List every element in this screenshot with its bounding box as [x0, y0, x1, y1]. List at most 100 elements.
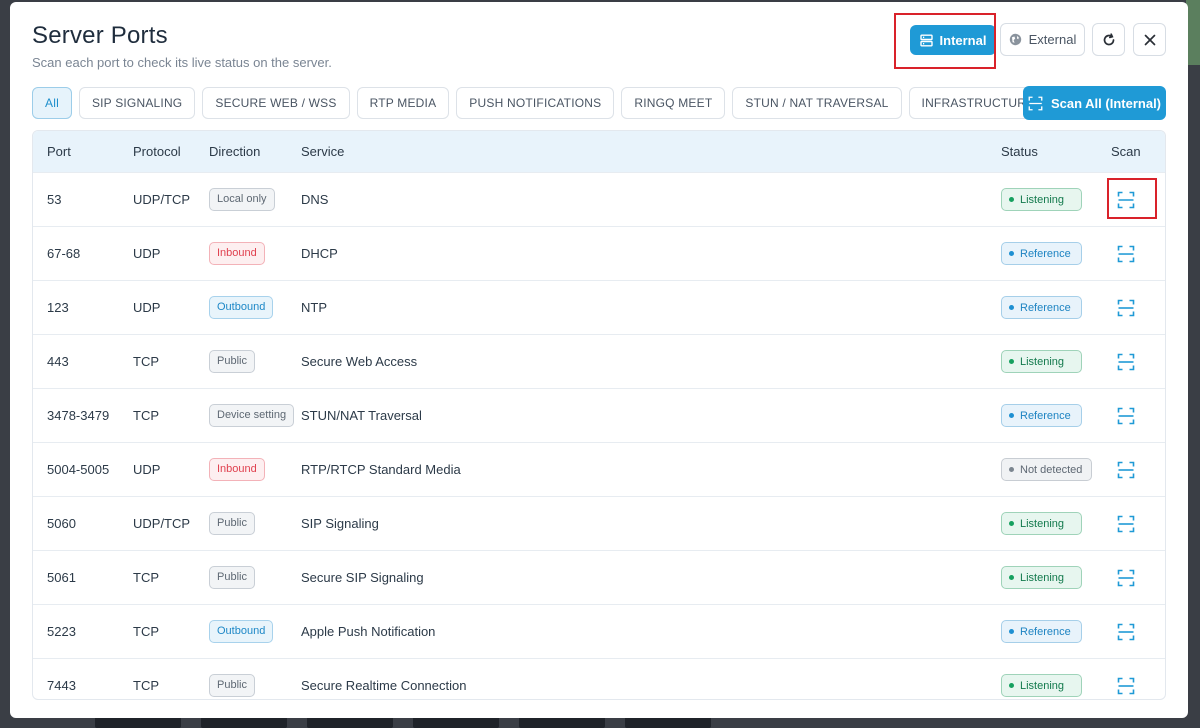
scan-all-button[interactable]: Scan All (Internal): [1023, 86, 1166, 120]
scan-port-button[interactable]: [1111, 515, 1135, 533]
external-toggle-button[interactable]: External: [1000, 23, 1085, 56]
filter-chip-all[interactable]: All: [32, 87, 72, 119]
service-cell: Secure SIP Signaling: [301, 570, 424, 585]
table-row: 5061 TCP Public Secure SIP Signaling Lis…: [33, 550, 1165, 604]
scan-port-button[interactable]: [1111, 461, 1135, 479]
status-dot: [1009, 683, 1014, 688]
status-label: Reference: [1020, 247, 1071, 260]
status-dot: [1009, 251, 1014, 256]
close-button[interactable]: [1133, 23, 1166, 56]
scan-icon: [1117, 677, 1135, 694]
scan-all-label: Scan All (Internal): [1050, 95, 1162, 111]
table-row: 3478-3479 TCP Device setting STUN/NAT Tr…: [33, 388, 1165, 442]
scan-port-button[interactable]: [1111, 569, 1135, 587]
scan-icon: [1028, 96, 1043, 110]
service-cell: Secure Realtime Connection: [301, 678, 467, 693]
filter-chip-sip-signaling[interactable]: SIP SIGNALING: [78, 87, 196, 119]
status-cell: Reference: [1001, 296, 1082, 319]
direction-cell: Local only: [209, 188, 275, 211]
status-badge: Listening: [1001, 674, 1082, 697]
port-cell: 123: [47, 300, 69, 315]
status-badge: Reference: [1001, 296, 1082, 319]
filter-chip-ringq-meet[interactable]: RINGQ MEET: [621, 87, 726, 119]
protocol-cell: UDP/TCP: [133, 192, 191, 207]
port-cell: 5060: [47, 516, 76, 531]
port-cell: 5061: [47, 570, 76, 585]
protocol-cell: TCP: [133, 624, 159, 639]
service-cell: NTP: [301, 300, 327, 315]
status-cell: Reference: [1001, 242, 1082, 265]
direction-badge: Public: [209, 566, 255, 589]
scan-port-button[interactable]: [1111, 623, 1135, 641]
page-title: Server Ports: [32, 22, 168, 49]
column-header-protocol: Protocol: [133, 144, 181, 159]
table-body: 53 UDP/TCP Local only DNS Listening 67-6…: [33, 172, 1165, 699]
status-label: Not detected: [1020, 463, 1083, 476]
direction-cell: Outbound: [209, 296, 274, 319]
column-header-service: Service: [301, 144, 345, 159]
status-label: Listening: [1020, 679, 1065, 692]
scan-port-button[interactable]: [1111, 191, 1135, 209]
direction-cell: Inbound: [209, 458, 265, 481]
scan-icon: [1117, 461, 1135, 478]
refresh-button[interactable]: [1092, 23, 1125, 56]
status-dot: [1009, 629, 1014, 634]
status-label: Listening: [1020, 571, 1065, 584]
direction-cell: Public: [209, 674, 255, 697]
status-dot: [1009, 467, 1014, 472]
status-dot: [1009, 197, 1014, 202]
internal-toggle-button[interactable]: Internal: [910, 25, 996, 55]
port-cell: 5004-5005: [47, 462, 110, 477]
scan-icon: [1117, 299, 1135, 316]
status-label: Listening: [1020, 193, 1065, 206]
scan-icon: [1117, 245, 1135, 262]
filter-chip-push-notifications[interactable]: PUSH NOTIFICATIONS: [456, 87, 615, 119]
filter-chip-rtp-media[interactable]: RTP MEDIA: [356, 87, 450, 119]
protocol-cell: TCP: [133, 678, 159, 693]
status-label: Listening: [1020, 355, 1065, 368]
table-row: 53 UDP/TCP Local only DNS Listening: [33, 172, 1165, 226]
direction-badge: Outbound: [209, 296, 274, 319]
filter-chip-secure-web-wss[interactable]: SECURE WEB / WSS: [202, 87, 350, 119]
protocol-cell: TCP: [133, 354, 159, 369]
scan-icon: [1117, 353, 1135, 370]
category-filter-bar: All SIP SIGNALING SECURE WEB / WSS RTP M…: [32, 87, 1048, 119]
status-dot: [1009, 413, 1014, 418]
service-cell: Apple Push Notification: [301, 624, 436, 639]
direction-cell: Public: [209, 350, 255, 373]
table-row: 7443 TCP Public Secure Realtime Connecti…: [33, 658, 1165, 699]
port-cell: 67-68: [47, 246, 81, 261]
table-row: 443 TCP Public Secure Web Access Listeni…: [33, 334, 1165, 388]
scan-port-button[interactable]: [1111, 353, 1135, 371]
server-icon: [919, 34, 933, 47]
status-label: Reference: [1020, 301, 1071, 314]
direction-badge: Inbound: [209, 458, 265, 481]
scan-port-button[interactable]: [1111, 245, 1135, 263]
filter-chip-stun-nat[interactable]: STUN / NAT TRAVERSAL: [732, 87, 902, 119]
status-dot: [1009, 305, 1014, 310]
status-dot: [1009, 359, 1014, 364]
column-header-port: Port: [47, 144, 71, 159]
scan-port-button[interactable]: [1111, 677, 1135, 695]
direction-badge: Local only: [209, 188, 275, 211]
column-header-scan: Scan: [1111, 144, 1141, 159]
status-badge: Listening: [1001, 188, 1082, 211]
status-badge: Not detected: [1001, 458, 1093, 481]
scan-port-button[interactable]: [1111, 407, 1135, 425]
port-cell: 3478-3479: [47, 408, 110, 423]
status-label: Reference: [1020, 409, 1071, 422]
scan-port-button[interactable]: [1111, 299, 1135, 317]
ports-table: Port Protocol Direction Service Status S…: [32, 130, 1166, 700]
direction-cell: Device setting: [209, 404, 295, 427]
table-row: 67-68 UDP Inbound DHCP Reference: [33, 226, 1165, 280]
external-label: External: [1028, 32, 1077, 47]
internal-label: Internal: [939, 32, 987, 48]
port-cell: 443: [47, 354, 69, 369]
status-cell: Listening: [1001, 674, 1082, 697]
status-cell: Reference: [1001, 620, 1082, 643]
scan-icon: [1117, 407, 1135, 424]
status-cell: Reference: [1001, 404, 1082, 427]
background-window-edge: [1186, 0, 1200, 65]
table-row: 5004-5005 UDP Inbound RTP/RTCP Standard …: [33, 442, 1165, 496]
server-ports-modal: Server Ports Scan each port to check its…: [10, 2, 1188, 718]
